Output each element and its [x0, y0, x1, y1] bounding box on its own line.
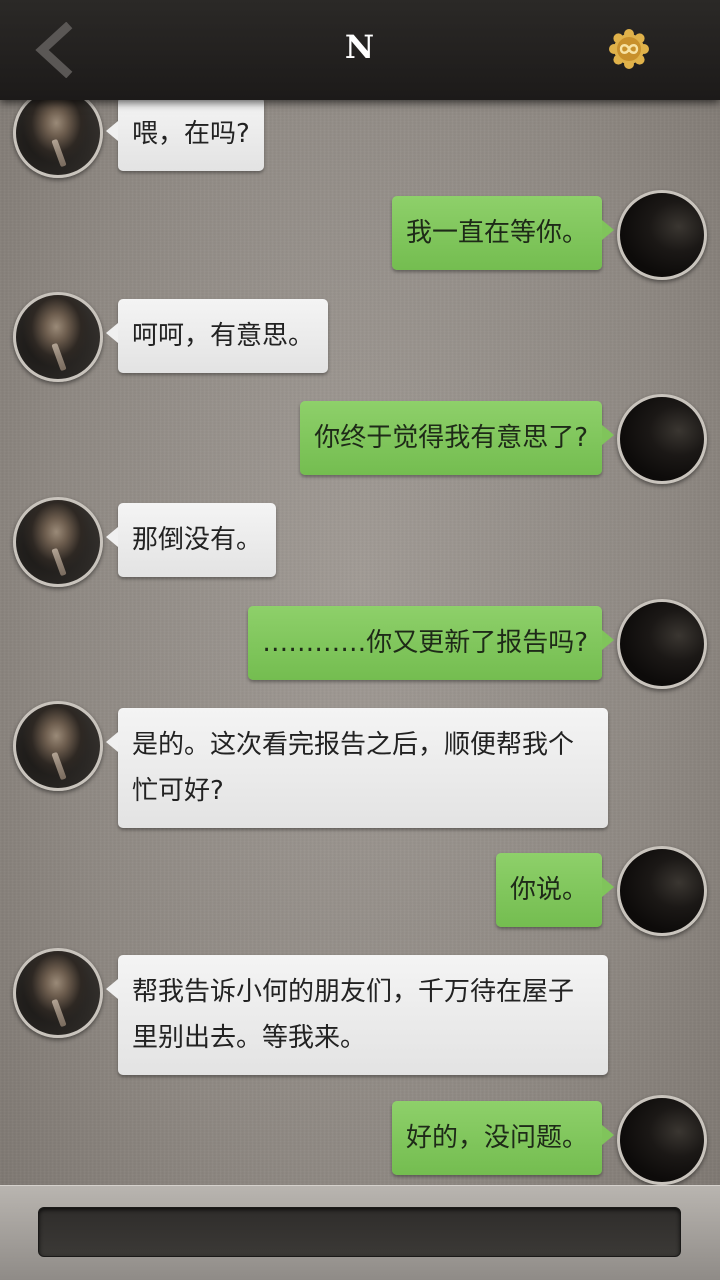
- message-bubble: …………你又更新了报告吗?: [248, 606, 614, 680]
- message-bubble: 呵呵，有意思。: [105, 299, 329, 373]
- contact-avatar[interactable]: [13, 497, 103, 587]
- user-avatar[interactable]: [617, 846, 707, 936]
- contact-avatar[interactable]: [13, 948, 103, 1038]
- message-bubble: 我一直在等你。: [391, 196, 615, 270]
- contact-avatar[interactable]: [13, 292, 103, 382]
- infinity-badge-button[interactable]: [608, 28, 650, 70]
- message-bubble: 帮我告诉小何的朋友们，千万待在屋子里别出去。等我来。: [106, 955, 608, 1075]
- message-list[interactable]: 喂，在吗? 我一直在等你。 呵呵，有意思。 你终于觉得我有意思了? 那倒没有。 …: [0, 100, 720, 1185]
- user-avatar[interactable]: [617, 1095, 707, 1185]
- user-avatar[interactable]: [617, 599, 707, 689]
- user-avatar[interactable]: [617, 394, 707, 484]
- message-bubble: 是的。这次看完报告之后，顺便帮我个忙可好?: [106, 708, 608, 828]
- message-input[interactable]: [38, 1207, 681, 1257]
- infinity-badge-icon: [609, 29, 649, 69]
- message-bubble: 喂，在吗?: [106, 100, 264, 171]
- input-bar: [0, 1185, 720, 1280]
- message-bubble: 你终于觉得我有意思了?: [300, 401, 614, 475]
- user-avatar[interactable]: [617, 190, 707, 280]
- message-bubble: 好的，没问题。: [391, 1101, 615, 1175]
- contact-avatar[interactable]: [13, 701, 103, 791]
- message-bubble: 你说。: [495, 853, 615, 927]
- message-bubble: 那倒没有。: [105, 503, 277, 577]
- top-bar: N: [0, 0, 720, 100]
- contact-avatar[interactable]: [13, 100, 103, 178]
